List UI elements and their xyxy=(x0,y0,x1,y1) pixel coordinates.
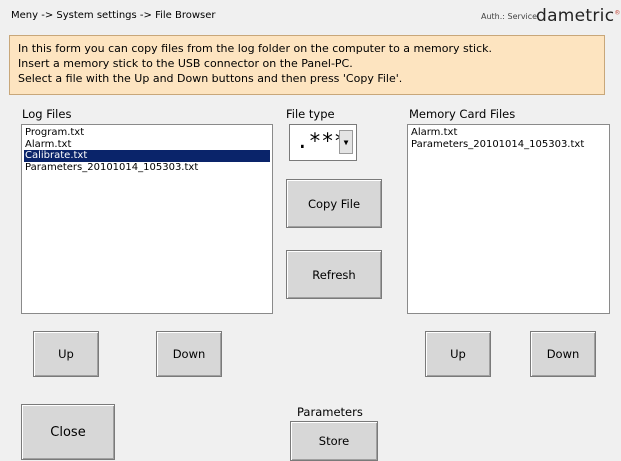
chevron-down-icon[interactable]: ▼ xyxy=(339,130,353,154)
list-item[interactable]: Parameters_20101014_105303.txt xyxy=(24,162,270,174)
parameters-label: Parameters xyxy=(297,405,363,419)
refresh-button[interactable]: Refresh xyxy=(286,250,382,299)
info-line: Insert a memory stick to the USB connect… xyxy=(18,57,353,70)
list-item[interactable]: Alarm.txt xyxy=(410,127,607,139)
auth-level: Auth.: Service xyxy=(481,12,538,21)
memory-card-list[interactable]: Alarm.txt Parameters_20101014_105303.txt xyxy=(407,124,610,314)
brand-logo: dametric® xyxy=(536,6,621,26)
file-type-title: File type xyxy=(286,107,335,121)
log-up-button[interactable]: Up xyxy=(33,331,99,377)
store-button[interactable]: Store xyxy=(290,421,378,461)
copy-file-button[interactable]: Copy File xyxy=(286,179,382,228)
file-type-select[interactable]: .*** ▼ xyxy=(289,124,357,161)
list-item-selected[interactable]: Calibrate.txt xyxy=(24,150,270,162)
info-line: Select a file with the Up and Down butto… xyxy=(18,72,403,85)
info-line: In this form you can copy files from the… xyxy=(18,42,493,55)
breadcrumb: Meny -> System settings -> File Browser xyxy=(11,10,216,21)
log-files-title: Log Files xyxy=(22,107,72,121)
memory-card-title: Memory Card Files xyxy=(409,107,516,121)
list-item[interactable]: Parameters_20101014_105303.txt xyxy=(410,139,607,151)
list-item[interactable]: Program.txt xyxy=(24,127,270,139)
log-down-button[interactable]: Down xyxy=(156,331,222,377)
list-item[interactable]: Alarm.txt xyxy=(24,139,270,151)
log-files-list[interactable]: Program.txt Alarm.txt Calibrate.txt Para… xyxy=(21,124,273,314)
info-box: In this form you can copy files from the… xyxy=(9,35,605,95)
logo-mark: ® xyxy=(614,9,621,17)
memory-down-button[interactable]: Down xyxy=(530,331,596,377)
logo-text: dametric xyxy=(536,6,615,26)
close-button[interactable]: Close xyxy=(21,404,115,460)
memory-up-button[interactable]: Up xyxy=(425,331,491,377)
